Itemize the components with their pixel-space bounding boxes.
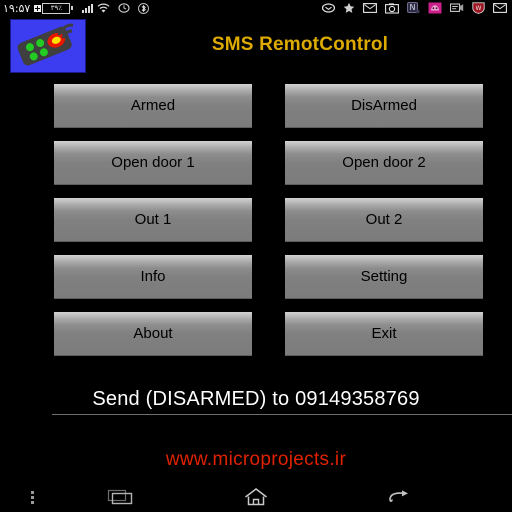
open-door-1-button[interactable]: Open door 1 [54, 141, 252, 185]
out-2-button[interactable]: Out 2 [285, 198, 483, 242]
button-row-1: Armed DisArmed [0, 74, 512, 131]
status-bar: ۱۹:۵۷ ۳۹٪ N W [0, 0, 512, 16]
svg-text:N: N [410, 3, 416, 12]
out-1-button[interactable]: Out 1 [54, 198, 252, 242]
button-row-2: Open door 1 Open door 2 [0, 131, 512, 188]
battery-level-indicator: ۳۹٪ [42, 2, 71, 14]
armed-button[interactable]: Armed [54, 84, 252, 128]
message-icon [450, 3, 464, 13]
bluetooth-icon [138, 2, 150, 14]
exit-button[interactable]: Exit [285, 312, 483, 356]
home-icon[interactable] [224, 482, 288, 512]
button-grid: Armed DisArmed Open door 1 Open door 2 O… [0, 74, 512, 359]
mail-icon [493, 3, 507, 13]
recent-apps-icon[interactable] [88, 482, 152, 512]
button-row-3: Out 1 Out 2 [0, 188, 512, 245]
status-bar-left: ۱۹:۵۷ ۳۹٪ [0, 1, 150, 15]
page-title: SMS RemotControl [211, 34, 389, 55]
setting-button[interactable]: Setting [285, 255, 483, 299]
cellular-signal-icon [82, 3, 94, 13]
status-bar-notifications: N W [322, 2, 512, 14]
open-door-2-button[interactable]: Open door 2 [285, 141, 483, 185]
website-link[interactable]: www.microprojects.ir [0, 449, 512, 471]
remote-control-app-icon [10, 19, 86, 73]
alarm-clock-icon [118, 2, 130, 14]
status-divider [52, 414, 512, 415]
battery-cap [71, 6, 74, 10]
envelope-icon [363, 3, 377, 13]
system-navigation-bar [0, 482, 512, 512]
svg-text:W: W [476, 5, 482, 12]
shield-badge-icon: W [472, 2, 485, 14]
info-button[interactable]: Info [54, 255, 252, 299]
wifi-icon [97, 3, 110, 14]
star-icon [343, 2, 355, 14]
disarmed-button[interactable]: DisArmed [285, 84, 483, 128]
overflow-menu-dots [30, 490, 34, 504]
n-badge-icon: N [407, 2, 420, 14]
overflow-menu-icon[interactable] [0, 482, 64, 512]
chat-bubble-icon [322, 3, 335, 13]
camera-icon [385, 2, 399, 14]
phone-screen: ۱۹:۵۷ ۳۹٪ N W SMS RemotControl Armed Dis… [0, 0, 512, 512]
app-header: SMS RemotControl [0, 16, 512, 74]
send-status-text: Send (DISARMED) to 09149358769 [92, 388, 420, 410]
status-bar-clock: ۱۹:۵۷ [3, 1, 31, 15]
battery-charging-icon: ۳۹٪ [34, 2, 74, 14]
back-arrow-icon[interactable] [368, 482, 432, 512]
battery-charging-plug-icon [34, 4, 42, 12]
about-button[interactable]: About [54, 312, 252, 356]
pink-app-icon [428, 2, 442, 14]
battery-percent-label: ۳۹٪ [50, 3, 62, 12]
button-row-4: Info Setting [0, 245, 512, 302]
button-row-5: About Exit [0, 302, 512, 359]
